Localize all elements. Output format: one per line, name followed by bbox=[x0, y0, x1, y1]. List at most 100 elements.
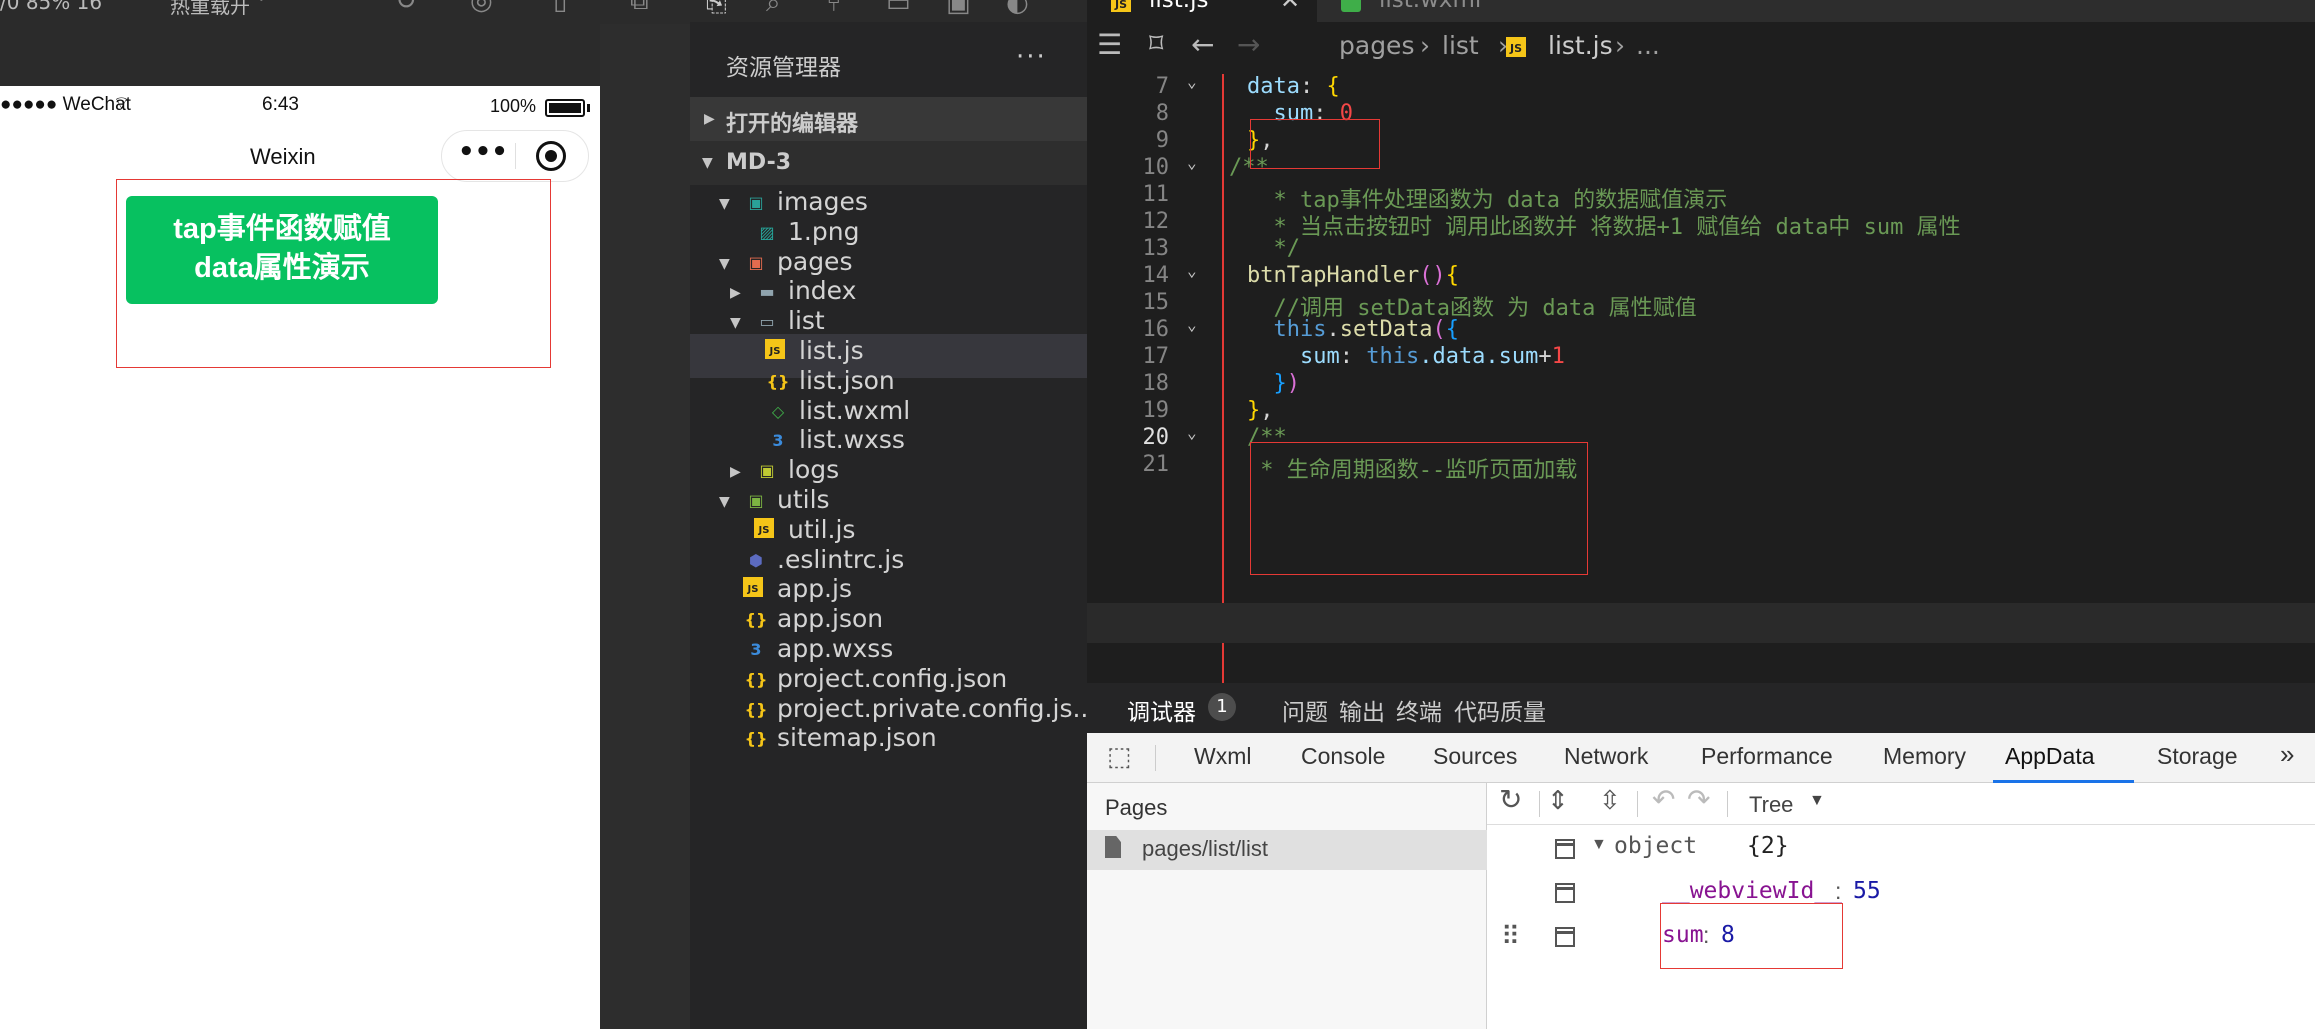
caret-down-icon[interactable]: ▼ bbox=[719, 256, 730, 272]
appdata-toolbar: ↻ ⇕ ⇳ ↶ ↷ Tree ▼ bbox=[1487, 783, 2315, 825]
tree-item-label: app.wxss bbox=[777, 634, 894, 663]
collapse-all-icon[interactable]: ⇳ bbox=[1599, 785, 1621, 816]
object-count: {2} bbox=[1747, 833, 1789, 859]
tab-terminal[interactable]: 终端 bbox=[1396, 693, 1442, 727]
fold-chevron-icon[interactable]: ⌄ bbox=[1187, 72, 1197, 91]
tab-problems[interactable]: 问题 bbox=[1282, 693, 1328, 727]
divider bbox=[1539, 791, 1540, 817]
tab-list-wxml[interactable]: list.wxml bbox=[1319, 0, 1589, 22]
zoom-select[interactable]: /0 85% 16 ˇ bbox=[0, 0, 118, 14]
tab-output[interactable]: 输出 bbox=[1339, 693, 1385, 727]
explorer-activity-bar: ⎘ ⌕ ⑂ ▭ ▣ ◐ bbox=[690, 0, 1087, 22]
caret-down-icon[interactable]: ▼ bbox=[1591, 836, 1607, 854]
image-file-icon: ▨ bbox=[759, 222, 775, 242]
source-control-icon[interactable]: ⑂ bbox=[826, 0, 842, 18]
tree-item[interactable]: {} sitemap.json bbox=[690, 721, 1087, 765]
files-icon[interactable]: ⎘ bbox=[706, 0, 727, 19]
tab-memory[interactable]: Memory bbox=[1883, 743, 1966, 770]
hot-reload-select[interactable]: 热重载开 ˇ bbox=[170, 0, 266, 19]
tap-button[interactable]: tap事件函数赋值 data属性演示 bbox=[126, 196, 438, 304]
breadcrumb-more[interactable]: ... bbox=[1636, 31, 1660, 60]
debug-icon[interactable]: ▭ bbox=[886, 0, 911, 18]
tab-network[interactable]: Network bbox=[1564, 743, 1648, 770]
caret-down-icon[interactable]: ▼ bbox=[730, 315, 741, 331]
line-number: 21 bbox=[1142, 452, 1170, 477]
more-tabs-icon[interactable]: » bbox=[2280, 739, 2294, 770]
back-arrow-icon[interactable]: ← bbox=[1191, 28, 1214, 61]
tab-code-quality[interactable]: 代码质量 bbox=[1454, 693, 1546, 727]
breadcrumb-list[interactable]: list bbox=[1442, 31, 1479, 60]
devtools-tabbar: ⬚ Wxml Console Sources Network Performan… bbox=[1087, 733, 2315, 783]
more-dots-icon[interactable]: ••• bbox=[458, 137, 508, 167]
nav-title: Weixin bbox=[250, 144, 316, 169]
js-file-icon: JS bbox=[754, 517, 774, 538]
cloud-icon[interactable]: ◐ bbox=[1006, 0, 1029, 18]
tab-label: list.js bbox=[1149, 0, 1209, 13]
highlight-box-appdata-sum bbox=[1660, 903, 1843, 969]
caret-down-icon[interactable]: ▼ bbox=[719, 494, 730, 510]
caret-right-icon[interactable]: ▶ bbox=[730, 285, 741, 301]
list-icon[interactable]: ☰ bbox=[1097, 28, 1122, 61]
tree-item-label: index bbox=[788, 276, 857, 306]
close-icon[interactable]: ✕ bbox=[1280, 0, 1300, 14]
tree-item-label: 1.png bbox=[788, 216, 860, 246]
refresh-icon[interactable]: ↻ bbox=[1499, 783, 1522, 816]
caret-down-icon[interactable]: ▼ bbox=[719, 196, 730, 212]
json-file-icon: {} bbox=[744, 729, 768, 749]
js-file-icon: JS bbox=[743, 577, 763, 598]
redo-icon[interactable]: ↷ bbox=[1687, 783, 1710, 816]
capsule-menu[interactable]: ••• bbox=[441, 130, 589, 182]
images-folder-icon: ▣ bbox=[748, 193, 764, 212]
expand-all-icon[interactable]: ⇕ bbox=[1547, 785, 1569, 816]
tab-list-js[interactable]: JS list.js ✕ bbox=[1087, 0, 1317, 22]
open-editors-section[interactable]: ▶ 打开的编辑器 bbox=[690, 97, 1087, 141]
eslint-file-icon: ⬢ bbox=[749, 550, 763, 570]
fold-chevron-icon[interactable]: ⌄ bbox=[1187, 423, 1197, 442]
tab-console[interactable]: Console bbox=[1301, 743, 1385, 770]
tree-item-label: logs bbox=[788, 455, 840, 485]
tab-storage[interactable]: Storage bbox=[2157, 743, 2238, 770]
explorer-more-icon[interactable]: ··· bbox=[1016, 42, 1047, 72]
forward-arrow-icon[interactable]: → bbox=[1237, 28, 1260, 61]
battery-icon bbox=[545, 99, 585, 117]
caret-right-icon[interactable]: ▶ bbox=[730, 464, 741, 480]
tab-sources[interactable]: Sources bbox=[1433, 743, 1517, 770]
capsule-divider bbox=[515, 143, 516, 169]
simulator-panel: /0 85% 16 ˇ 热重载开 ˇ ↻ ◎ ▯ ⧉ ●●●●● WeChat … bbox=[0, 0, 690, 1029]
project-section[interactable]: ▼ MD-3 bbox=[690, 141, 1087, 185]
stop-icon[interactable]: ◎ bbox=[470, 0, 493, 16]
tab-wxml[interactable]: Wxml bbox=[1194, 743, 1251, 770]
tab-debugger[interactable]: 调试器 bbox=[1127, 693, 1196, 727]
pages-sidebar: Pages pages/list/list bbox=[1087, 783, 1487, 1029]
fold-chevron-icon[interactable]: ⌄ bbox=[1187, 153, 1197, 172]
close-miniprogram-icon[interactable] bbox=[536, 141, 566, 171]
view-mode-select[interactable]: Tree bbox=[1749, 792, 1793, 818]
inspect-element-icon[interactable]: ⬚ bbox=[1107, 741, 1132, 772]
phone-icon[interactable]: ▯ bbox=[553, 0, 567, 16]
wxml-icon bbox=[1341, 0, 1361, 12]
caret-down-icon: ▼ bbox=[702, 155, 713, 171]
fold-chevron-icon[interactable]: ⌄ bbox=[1187, 261, 1197, 280]
pages-header: Pages bbox=[1105, 795, 1168, 820]
debugger-tabbar: 调试器 1 问题 输出 终端 代码质量 bbox=[1087, 683, 2315, 733]
tab-appdata[interactable]: AppData bbox=[1993, 733, 2134, 783]
webviewid-key[interactable]: __webviewId__ bbox=[1662, 878, 1842, 904]
tree-item-label: list bbox=[788, 306, 825, 336]
search-icon[interactable]: ⌕ bbox=[766, 0, 781, 19]
tab-performance[interactable]: Performance bbox=[1701, 743, 1833, 770]
tap-button-line1: tap事件函数赋值 bbox=[173, 213, 391, 245]
bookmark-icon[interactable]: ⌑ bbox=[1149, 27, 1163, 60]
webviewid-value[interactable]: 55 bbox=[1853, 878, 1881, 904]
chevron-down-icon[interactable]: ▼ bbox=[1809, 792, 1825, 810]
wxss-file-icon: 3 bbox=[772, 431, 784, 451]
fold-chevron-icon[interactable]: ⌄ bbox=[1187, 315, 1197, 334]
undo-icon[interactable]: ↶ bbox=[1652, 783, 1675, 816]
breadcrumb-pages[interactable]: pages bbox=[1339, 31, 1414, 60]
breadcrumb-file[interactable]: list.js bbox=[1548, 31, 1613, 60]
window-icon[interactable]: ⧉ bbox=[630, 0, 649, 17]
refresh-icon[interactable]: ↻ bbox=[395, 0, 417, 16]
tree-item-label: list.wxml bbox=[799, 395, 911, 425]
pages-item[interactable]: pages/list/list bbox=[1087, 830, 1487, 870]
drag-handle-icon[interactable]: ⠿ bbox=[1501, 921, 1520, 952]
extensions-icon[interactable]: ▣ bbox=[946, 0, 971, 18]
